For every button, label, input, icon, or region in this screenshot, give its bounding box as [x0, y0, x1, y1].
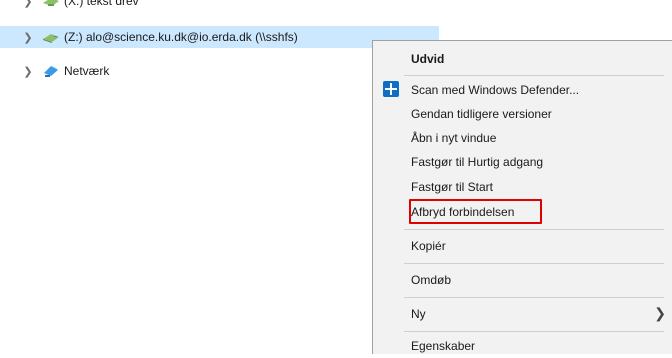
- menu-item-pin-quick-access[interactable]: Fastgør til Hurtig adgang: [373, 150, 672, 174]
- menu-item-label: Åbn i nyt vindue: [411, 131, 497, 145]
- windows-defender-icon: [383, 81, 399, 97]
- network-icon: [42, 64, 60, 78]
- network-drive-icon: [42, 30, 60, 44]
- context-menu: Udvid Scan med Windows Defender... Genda…: [372, 40, 672, 354]
- menu-item-label: Gendan tidligere versioner: [411, 107, 552, 121]
- menu-item-label: Omdøb: [411, 273, 452, 287]
- chevron-right-icon[interactable]: ❯: [23, 31, 33, 44]
- menu-item-scan-defender[interactable]: Scan med Windows Defender...: [373, 78, 672, 102]
- chevron-right-icon[interactable]: ❯: [23, 0, 33, 8]
- tree-item-label: (X:) tekst drev: [64, 0, 139, 8]
- menu-item-label: Scan med Windows Defender...: [411, 83, 580, 97]
- tree-item-partial-drive[interactable]: ❯ (X:) tekst drev: [0, 0, 460, 12]
- menu-item-pin-start[interactable]: Fastgør til Start: [373, 175, 672, 199]
- menu-item-label: Udvid: [411, 52, 445, 66]
- tree-item-label: Netværk: [64, 64, 110, 78]
- menu-item-label: Ny: [411, 307, 426, 321]
- chevron-right-icon[interactable]: ❯: [23, 65, 33, 78]
- menu-item-properties[interactable]: Egenskaber: [373, 334, 672, 358]
- menu-item-new[interactable]: Ny ❯: [373, 302, 672, 326]
- menu-item-rename[interactable]: Omdøb: [373, 268, 672, 292]
- menu-item-label: Fastgør til Start: [411, 180, 494, 194]
- menu-separator: [404, 297, 664, 298]
- menu-separator: [404, 75, 664, 76]
- highlight-box: [409, 199, 542, 224]
- menu-item-label: Kopiér: [411, 239, 446, 253]
- menu-item-label: Fastgør til Hurtig adgang: [411, 155, 544, 169]
- menu-item-udvid[interactable]: Udvid: [373, 47, 672, 71]
- menu-separator: [404, 263, 664, 264]
- network-drive-icon: [42, 0, 60, 8]
- menu-separator: [404, 229, 664, 230]
- tree-item-label: (Z:) alo@science.ku.dk@io.erda.dk (\\ssh…: [64, 30, 298, 44]
- menu-item-copy[interactable]: Kopiér: [373, 234, 672, 258]
- chevron-right-icon: ❯: [654, 305, 666, 321]
- menu-separator: [404, 331, 664, 332]
- tree-item-network[interactable]: ❯ Netværk: [0, 60, 300, 82]
- menu-item-restore-versions[interactable]: Gendan tidligere versioner: [373, 102, 672, 126]
- menu-item-label: Egenskaber: [411, 339, 476, 353]
- menu-item-open-new-window[interactable]: Åbn i nyt vindue: [373, 126, 672, 150]
